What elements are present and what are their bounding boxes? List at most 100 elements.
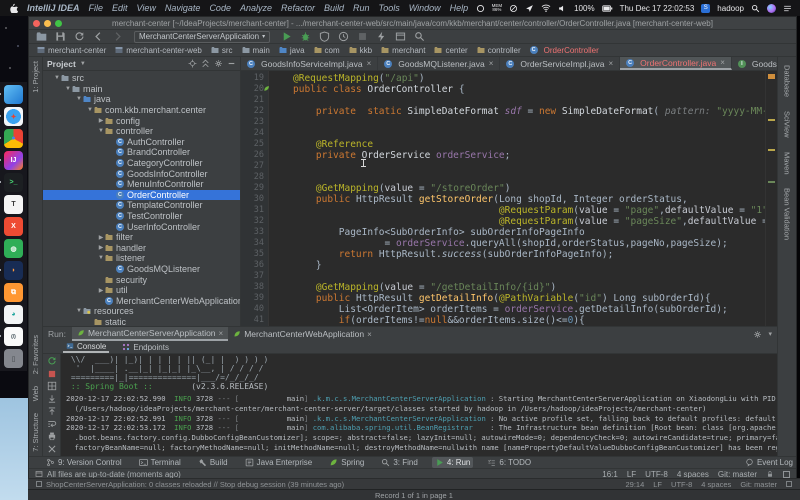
console-downarr-icon[interactable] bbox=[47, 394, 57, 404]
console-tab-Endpoints[interactable]: Endpoints bbox=[119, 341, 172, 353]
tree-node-GoodsMQListener[interactable]: CGoodsMQListener bbox=[43, 264, 240, 275]
expanded-arrow-icon[interactable]: ▼ bbox=[75, 308, 83, 314]
notification-center-icon[interactable] bbox=[783, 4, 792, 13]
breadcrumb-item-main[interactable]: main bbox=[242, 46, 270, 55]
toolbar-debug-button[interactable] bbox=[299, 30, 312, 43]
console-clear-icon[interactable] bbox=[47, 444, 57, 454]
expanded-arrow-icon[interactable]: ▼ bbox=[75, 96, 83, 102]
line-number[interactable]: 21 bbox=[254, 95, 264, 105]
dock-icon-trash[interactable]: ▯ bbox=[4, 349, 23, 368]
tree-node-resources[interactable]: ▼resources bbox=[43, 306, 240, 317]
dock-icon-finder[interactable] bbox=[4, 85, 23, 104]
tree-node-util[interactable]: ▶util bbox=[43, 285, 240, 296]
toolbar-save-all-icon[interactable] bbox=[54, 30, 67, 43]
project-panel-header[interactable]: Project ▼ bbox=[43, 57, 241, 70]
tree-node-UserInfoController[interactable]: CUserInfoController bbox=[43, 221, 240, 232]
dock-icon-typora[interactable]: T bbox=[4, 195, 23, 214]
line-number[interactable]: 41 bbox=[254, 315, 264, 325]
tree-node-AuthController[interactable]: CAuthController bbox=[43, 137, 240, 148]
line-number[interactable]: 34 bbox=[254, 238, 264, 248]
tree-node-filter[interactable]: ▶filter bbox=[43, 232, 240, 243]
warning-stripe-mark[interactable] bbox=[768, 149, 775, 151]
tool-window-button-java-enterprise[interactable]: Java Enterprise bbox=[242, 457, 316, 468]
tree-node-static[interactable]: static bbox=[43, 317, 240, 326]
menu-item-intellij-idea[interactable]: IntelliJ IDEA bbox=[27, 3, 80, 13]
line-number[interactable]: 23 bbox=[254, 117, 264, 127]
collapsed-arrow-icon[interactable]: ▶ bbox=[97, 234, 105, 241]
menu-item-file[interactable]: File bbox=[89, 3, 104, 13]
close-icon[interactable]: × bbox=[720, 58, 725, 67]
run-tab-MerchantCenterWebApplication[interactable]: MerchantCenterWebApplication× bbox=[228, 327, 377, 341]
tree-node-TemplateController[interactable]: CTemplateController bbox=[43, 200, 240, 211]
console-tab-Console[interactable]: Console bbox=[63, 341, 109, 353]
editor-scrollbar[interactable] bbox=[765, 71, 777, 326]
tool-window-button-4-run[interactable]: 4: Run bbox=[432, 457, 474, 468]
dock-icon-terminal[interactable]: >_ bbox=[4, 173, 23, 192]
breadcrumb-item-java[interactable]: java bbox=[279, 46, 305, 55]
dock-icon-processon[interactable]: ⧉ bbox=[4, 283, 23, 302]
editor-tab-GoodsInfoServiceImpl.java[interactable]: CGoodsInfoServiceImpl.java× bbox=[241, 57, 378, 70]
error-stripe-mark[interactable] bbox=[768, 74, 775, 79]
breadcrumb-item-center[interactable]: center bbox=[434, 46, 467, 55]
run-tab-MerchantCenterServerApplication[interactable]: MerchantCenterServerApplication× bbox=[72, 327, 228, 341]
lock-icon[interactable] bbox=[766, 470, 774, 478]
toolbar-synchronize-icon[interactable] bbox=[73, 30, 86, 43]
breadcrumb-item-merchant[interactable]: merchant bbox=[381, 46, 425, 55]
line-number[interactable]: 25 bbox=[254, 139, 264, 149]
tree-node-listener[interactable]: ▼listener bbox=[43, 253, 240, 264]
line-number[interactable]: 27 bbox=[254, 161, 264, 171]
code-editor[interactable]: 1920212223242526272829303132333435363738… bbox=[241, 71, 777, 326]
stripe-mark[interactable] bbox=[768, 181, 775, 183]
menu-item-run[interactable]: Run bbox=[353, 3, 370, 13]
tool-stripe-maven[interactable]: Maven bbox=[783, 152, 792, 175]
menu-item-refactor[interactable]: Refactor bbox=[281, 3, 315, 13]
tool-stripe-1-project[interactable]: 1: Project bbox=[31, 61, 40, 93]
line-number[interactable]: 29 bbox=[254, 183, 264, 193]
wifi-icon[interactable] bbox=[541, 3, 551, 13]
tree-node-main[interactable]: ▼main bbox=[43, 84, 240, 95]
console-stop-icon[interactable] bbox=[47, 369, 57, 379]
expanded-arrow-icon[interactable]: ▼ bbox=[86, 107, 94, 113]
line-number[interactable]: 40 bbox=[254, 304, 264, 314]
dock-icon-code-app[interactable]: (/) bbox=[4, 327, 23, 346]
tree-node-src[interactable]: ▼src bbox=[43, 73, 240, 84]
memory-monitor[interactable]: MEM86% bbox=[492, 4, 503, 13]
menu-item-window[interactable]: Window bbox=[409, 3, 441, 13]
tool-window-button-event-log[interactable]: Event Log bbox=[742, 457, 796, 468]
tool-window-button-build[interactable]: Build bbox=[195, 457, 231, 468]
line-number[interactable]: 38 bbox=[254, 282, 264, 292]
line-number[interactable]: 30 bbox=[254, 194, 264, 204]
breadcrumb-item-merchant-center-web[interactable]: merchant-center-web bbox=[115, 46, 202, 55]
breadcrumb-item-merchant-center[interactable]: merchant-center bbox=[37, 46, 106, 55]
tree-node-handler[interactable]: ▶handler bbox=[43, 243, 240, 254]
dock-icon-green-globe-app[interactable]: ◍ bbox=[4, 239, 23, 258]
console-wrap-icon[interactable] bbox=[47, 419, 57, 429]
dock-icon-firefox[interactable]: ◗ bbox=[4, 261, 23, 280]
close-icon[interactable]: × bbox=[367, 330, 372, 339]
circle-status-icon[interactable] bbox=[476, 4, 485, 13]
tree-node-config[interactable]: ▶config bbox=[43, 115, 240, 126]
collapsed-arrow-icon[interactable]: ▶ bbox=[97, 117, 105, 124]
collapsed-arrow-icon[interactable]: ▶ bbox=[97, 244, 105, 251]
tool-window-button-3-find[interactable]: 3: Find bbox=[378, 457, 420, 468]
toolbar-bolt-icon[interactable] bbox=[375, 30, 388, 43]
spotlight-search-icon[interactable] bbox=[751, 4, 760, 13]
dock-icon-teal-swirl-app[interactable]: ◕ bbox=[4, 305, 23, 324]
settings-gear-icon[interactable] bbox=[753, 330, 762, 339]
tool-stripe-7-structure[interactable]: 7: Structure bbox=[31, 413, 40, 452]
tool-window-button-6-todo[interactable]: 6: TODO bbox=[484, 457, 534, 468]
breadcrumb-item-controller[interactable]: controller bbox=[477, 46, 521, 55]
collapse-panel-icon[interactable]: ▾ bbox=[768, 330, 772, 338]
breadcrumb-item-src[interactable]: src bbox=[211, 46, 233, 55]
tool-stripe-2-favorites[interactable]: 2: Favorites bbox=[31, 335, 40, 374]
tool-stripe-sciview[interactable]: SciView bbox=[783, 111, 792, 138]
console-grid-icon[interactable] bbox=[47, 381, 57, 391]
dock-icon-intellij-idea[interactable]: IJ bbox=[4, 151, 23, 170]
toolbar-forward-arrow-icon[interactable] bbox=[111, 30, 124, 43]
expanded-arrow-icon[interactable]: ▼ bbox=[64, 86, 72, 92]
volume-icon[interactable] bbox=[558, 4, 567, 13]
console-uparr-icon[interactable] bbox=[47, 406, 57, 416]
line-number[interactable]: 32 bbox=[254, 216, 264, 226]
heap-indicator-icon[interactable] bbox=[783, 471, 790, 478]
spring-bean-gutter-icon[interactable] bbox=[263, 85, 270, 92]
